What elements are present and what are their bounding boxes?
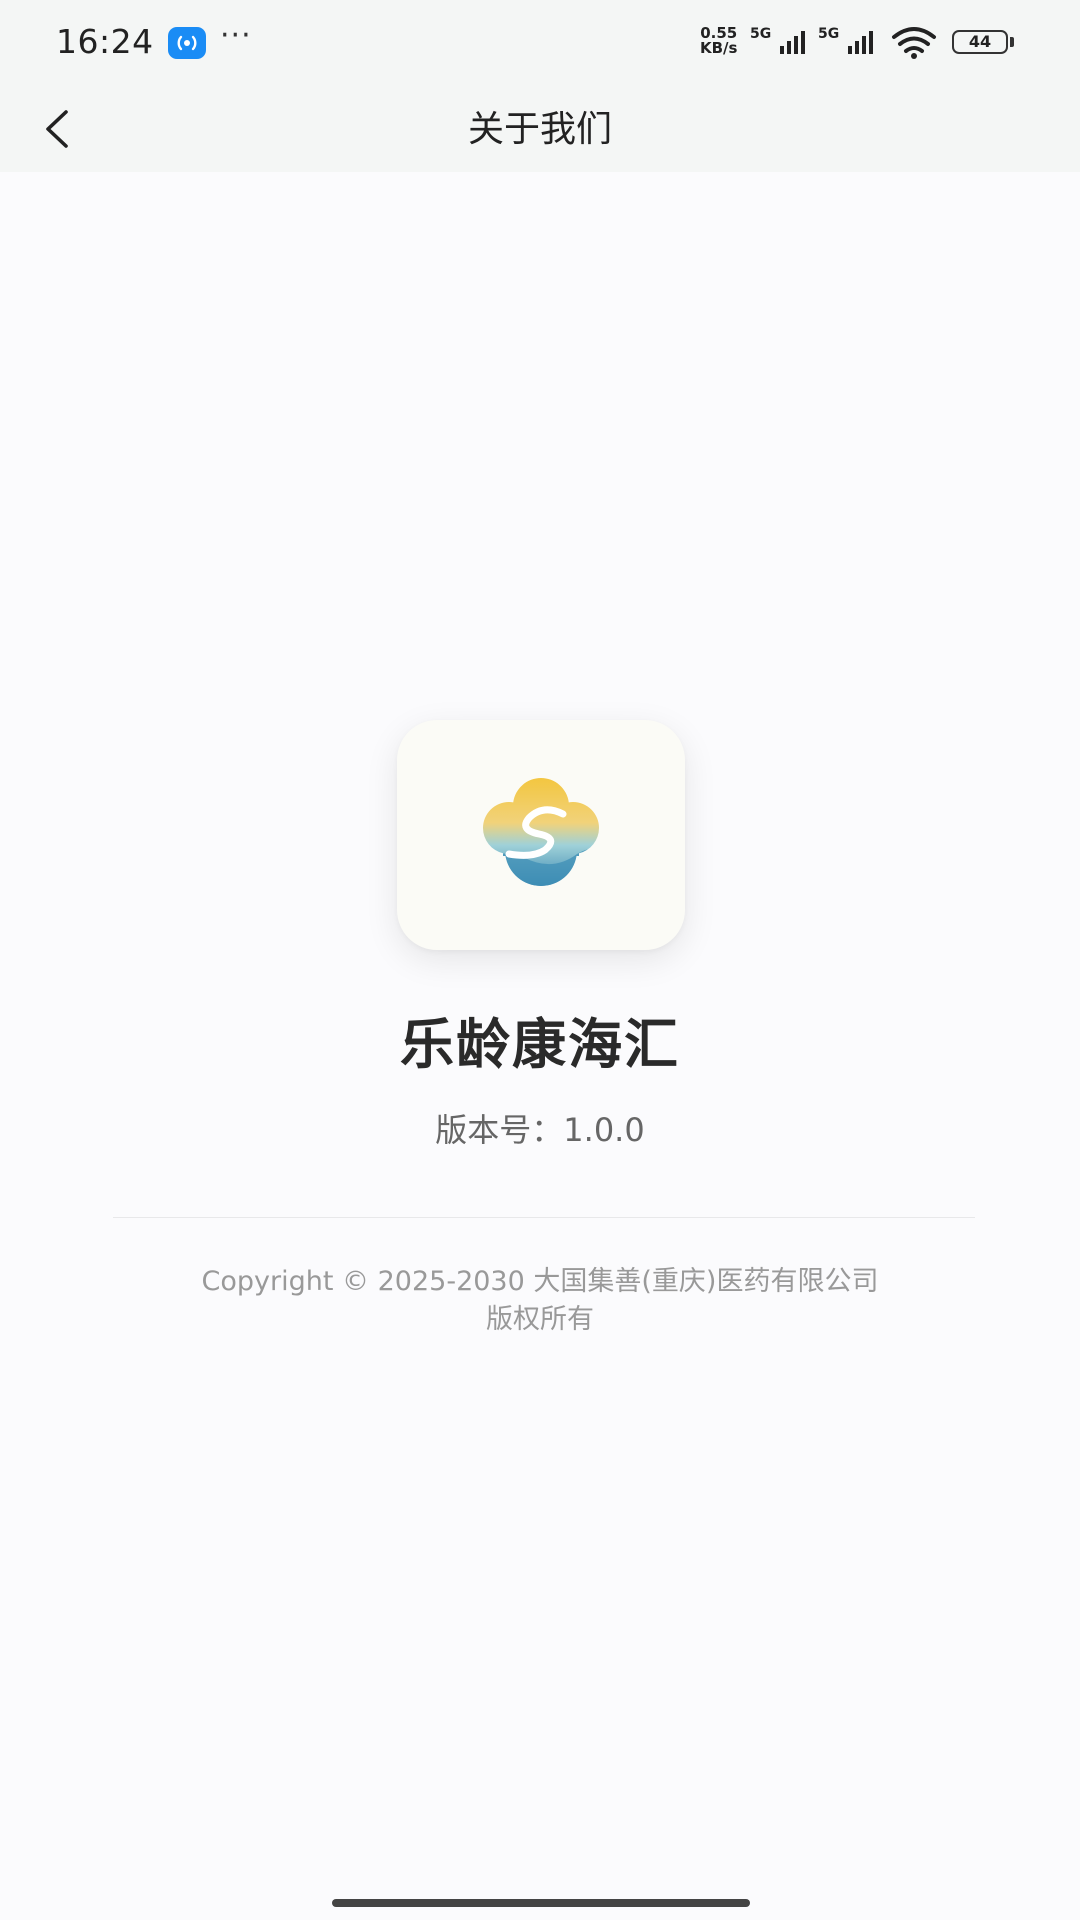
battery-tip bbox=[1010, 37, 1014, 47]
home-indicator[interactable] bbox=[332, 1899, 750, 1907]
divider bbox=[113, 1217, 975, 1218]
copyright-line: 版权所有 bbox=[486, 1304, 594, 1335]
more-notifications-icon: ··· bbox=[220, 18, 252, 53]
status-time: 16:24 bbox=[56, 22, 154, 61]
sim2-signal: 5G bbox=[818, 26, 882, 62]
net-speed: 0.55 KB/s bbox=[700, 26, 737, 56]
version-label: 版本号：1.0.0 bbox=[435, 1111, 645, 1149]
sim2-network-type: 5G bbox=[818, 26, 840, 42]
net-speed-unit: KB/s bbox=[700, 39, 738, 57]
sim1-signal: 5G bbox=[750, 26, 814, 62]
copyright-line: Copyright © 2025-2030 大国集善(重庆)医药有限公司 bbox=[201, 1266, 879, 1297]
cloud-logo-icon bbox=[483, 778, 599, 886]
battery-icon: 44 bbox=[952, 30, 1008, 54]
hotspot-icon bbox=[168, 27, 206, 59]
app-icon bbox=[397, 720, 685, 950]
battery-level: 44 bbox=[968, 32, 992, 51]
app-name: 乐龄康海汇 bbox=[400, 1013, 680, 1076]
copyright: Copyright © 2025-2030 大国集善(重庆)医药有限公司 版权所… bbox=[100, 1263, 980, 1339]
status-bar: 16:24 ··· 0.55 KB/s 5G 5G 44 bbox=[0, 0, 1080, 88]
page-title: 关于我们 bbox=[467, 109, 612, 150]
chevron-left-icon bbox=[46, 110, 68, 148]
sim1-network-type: 5G bbox=[750, 26, 772, 42]
nav-bar: 关于我们 bbox=[0, 88, 1080, 172]
wifi-icon bbox=[890, 26, 938, 64]
back-button[interactable] bbox=[30, 96, 90, 162]
